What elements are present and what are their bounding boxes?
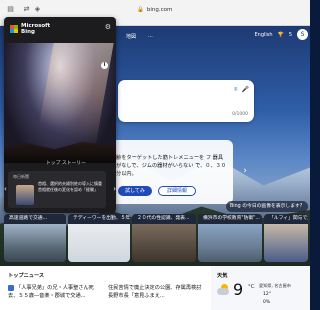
list-item[interactable]: 住民苦情で廃止決定の公園、存属再検討 長野市長「意見ふまえ...	[108, 284, 204, 300]
top-story-card[interactable]: 毎日新聞 首相、選択的夫婦別姓の導入に慎重 首相就任後の変化を認め「経験」	[8, 171, 106, 208]
tile-image	[264, 224, 308, 262]
microphone-icon[interactable]: 🎤	[242, 86, 249, 94]
image-of-day-tag[interactable]: Bing の今日の画像を表示します?	[226, 201, 308, 212]
temperature: 9	[233, 280, 244, 299]
news-tile[interactable]: 「ルフィ」関与で逮捕	[264, 214, 308, 262]
chevron-right-icon[interactable]: ›	[113, 185, 116, 193]
news-source-icon	[8, 284, 14, 291]
try-button[interactable]: 試してみる	[118, 186, 152, 204]
tile-image	[132, 224, 196, 262]
nav-more[interactable]: ...	[148, 33, 153, 39]
shield-icon[interactable]: ◈	[33, 5, 42, 14]
weather-title: 天気	[217, 273, 228, 279]
news-headline: 首相、選択的夫婦別姓の導入に慎重 首相就任後の変化を認め「経験」	[38, 181, 102, 192]
info-icon[interactable]: i	[101, 62, 108, 69]
rewards-count: 5	[288, 31, 292, 38]
promo-card: 齢をターゲットした筋トレメニューを フ 器具がなしで、ジムの器材がいらない で、…	[108, 140, 247, 204]
weather-card[interactable]: 天気 9 °C 愛知県, 名古屋市 12° 0%	[211, 266, 310, 310]
brand-line2: Bing	[21, 29, 35, 35]
tile-image	[198, 224, 262, 262]
top-news-heading: トップニュース	[8, 273, 45, 279]
top-story-label: トップ ストーリー	[46, 161, 86, 166]
news-tile[interactable]: ２０代の性認識、発表...	[132, 214, 196, 262]
url-text: bing.com	[146, 7, 173, 13]
chevron-right-icon[interactable]: ›	[243, 166, 247, 176]
high-temp: 12°	[263, 292, 271, 297]
milky-way-band	[34, 43, 114, 153]
details-button[interactable]: 詳細情報	[158, 186, 196, 196]
news-tile[interactable]: 横浜市の学校教育"防衛"...	[198, 214, 262, 262]
tile-label: 高速道路で交通...	[4, 214, 66, 224]
news-tile[interactable]: テディーワーを出勤、５年...	[68, 214, 130, 262]
camera-search-icon[interactable]: ⌾	[234, 86, 238, 94]
tile-label: ２０代の性認識、発表...	[132, 214, 196, 224]
milky-way-image	[4, 43, 116, 163]
bing-sidebar: Microsoft Bing ⚙ i トップ ストーリー 毎日新聞 首相、選択的…	[4, 17, 116, 213]
chevron-left-icon[interactable]: ‹	[4, 185, 7, 193]
translate-icon[interactable]: ⇄	[22, 5, 31, 14]
tile-label: テディーワーを出勤、５年...	[68, 214, 130, 224]
list-item[interactable]: 「人事兄弟」の兄・人事聖さん死去、５５歳―音楽・郡城で交通...	[8, 284, 104, 300]
avatar[interactable]: S	[297, 29, 308, 40]
language-link[interactable]: English	[255, 32, 273, 38]
search-tools: ⌾ 🎤	[234, 86, 249, 94]
tile-label: 「ルフィ」関与で逮捕	[264, 214, 308, 224]
promo-text: 齢をターゲットした筋トレメニューを フ 器具がなしで、ジムの器材がいらない で、…	[116, 155, 227, 177]
tile-label: 横浜市の学校教育"防衛"...	[198, 214, 262, 224]
tile-image	[68, 224, 130, 262]
bing-logo: Microsoft Bing	[10, 23, 50, 35]
weather-location: 愛知県, 名古屋市	[259, 283, 291, 288]
gear-icon[interactable]: ⚙	[105, 23, 111, 31]
news-title: 住民苦情で廃止決定の公園、存属再検討 長野市長「意見ふまえ...	[108, 285, 202, 299]
sidebar-toggle-icon[interactable]: ▤	[6, 5, 15, 14]
rewards-icon[interactable]: 🏆	[278, 32, 284, 38]
microsoft-logo-icon	[10, 25, 18, 33]
bottom-panel: トップニュース 「人事兄弟」の兄・人事聖さん死去、５５歳―音楽・郡城で交通...…	[0, 266, 310, 310]
nav-maps[interactable]: 地図	[126, 33, 136, 40]
precipitation: 0%	[263, 300, 271, 305]
news-thumbnail	[16, 185, 34, 205]
cloud-icon	[217, 288, 229, 295]
news-source: 毎日新聞	[13, 174, 29, 179]
search-input[interactable]: ⌾ 🎤 0/1000	[118, 80, 254, 122]
header-right: English 🏆 5 S	[255, 29, 308, 40]
news-title: 「人事兄弟」の兄・人事聖さん死去、５５歳―音楽・郡城で交通...	[8, 285, 94, 299]
char-counter: 0/1000	[232, 112, 248, 117]
tile-image	[4, 224, 66, 262]
news-strip: 高速道路で交通... テディーワーを出勤、５年... ２０代の性認識、発表...…	[0, 214, 310, 262]
address-bar[interactable]: 🔒 bing.com	[137, 5, 199, 15]
lock-icon: 🔒	[137, 7, 144, 13]
news-tile[interactable]: 高速道路で交通...	[4, 214, 66, 262]
temperature-unit: °C	[248, 284, 255, 290]
